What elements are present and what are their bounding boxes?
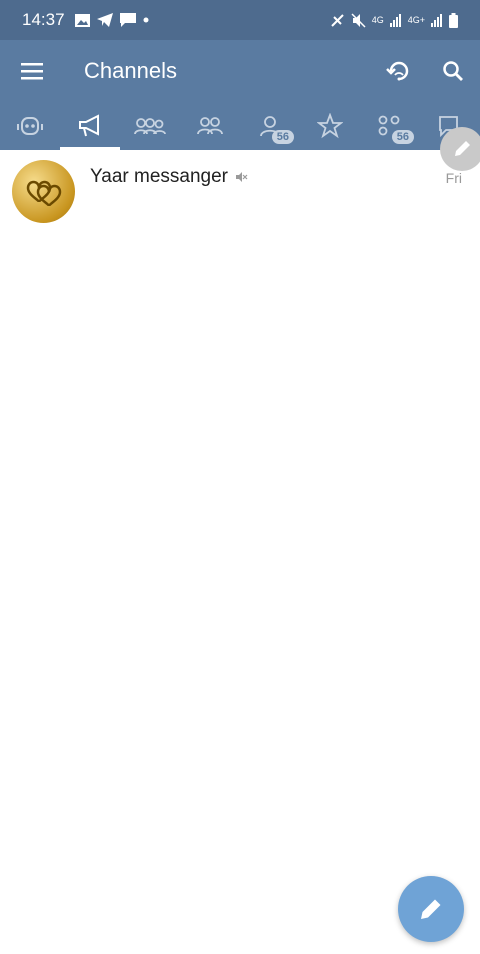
pencil-icon: [421, 899, 441, 919]
people-icon: [197, 117, 223, 135]
tab-favorites[interactable]: [300, 102, 360, 150]
star-icon: [317, 113, 343, 139]
status-bar: 14:37 4G 4G+: [0, 0, 480, 40]
chat-date: Fri: [445, 170, 462, 186]
muted-icon: [236, 172, 248, 182]
status-time: 14:37: [22, 10, 65, 29]
refresh-wifi-icon: [386, 61, 409, 81]
group-icon: [134, 118, 166, 135]
hamburger-icon: [21, 63, 43, 80]
search-icon: [443, 61, 463, 81]
network-type-1: 4G: [371, 15, 384, 25]
network-type-2: 4G+: [407, 15, 425, 25]
contacts-badge: 56: [271, 130, 294, 144]
dot-icon: [143, 17, 149, 23]
compose-button[interactable]: [398, 876, 464, 942]
bots-badge: 56: [391, 130, 414, 144]
chat-title: Yaar messanger: [90, 166, 248, 188]
avatar: [12, 160, 75, 223]
signal-icon: [389, 13, 401, 27]
tab-supergroups[interactable]: [180, 102, 240, 150]
app-bar: Channels: [0, 40, 480, 102]
tab-bots[interactable]: 56: [360, 102, 420, 150]
folder-tabs: 56 56 56: [0, 102, 480, 150]
list-item[interactable]: Yaar messanger Fri: [0, 150, 480, 234]
tab-contacts[interactable]: 56: [240, 102, 300, 150]
tab-all[interactable]: [0, 102, 60, 150]
gallery-icon: [74, 13, 90, 27]
tab-groups[interactable]: [120, 102, 180, 150]
megaphone-icon: [79, 114, 99, 137]
message-icon: [119, 13, 136, 27]
mute-icon: [351, 12, 366, 28]
robot-icon: [17, 117, 43, 135]
signal-icon-2: [431, 13, 442, 27]
no-signal-icon: [331, 13, 344, 27]
search-button[interactable]: [426, 40, 480, 102]
menu-button[interactable]: [0, 40, 64, 102]
tab-channels[interactable]: [60, 102, 120, 150]
proxy-button[interactable]: [372, 40, 426, 102]
chat-name: Yaar messanger: [90, 166, 228, 187]
battery-icon: [449, 12, 458, 28]
telegram-icon: [96, 13, 113, 27]
hearts-icon: [26, 180, 62, 207]
page-title: Channels: [84, 58, 177, 83]
